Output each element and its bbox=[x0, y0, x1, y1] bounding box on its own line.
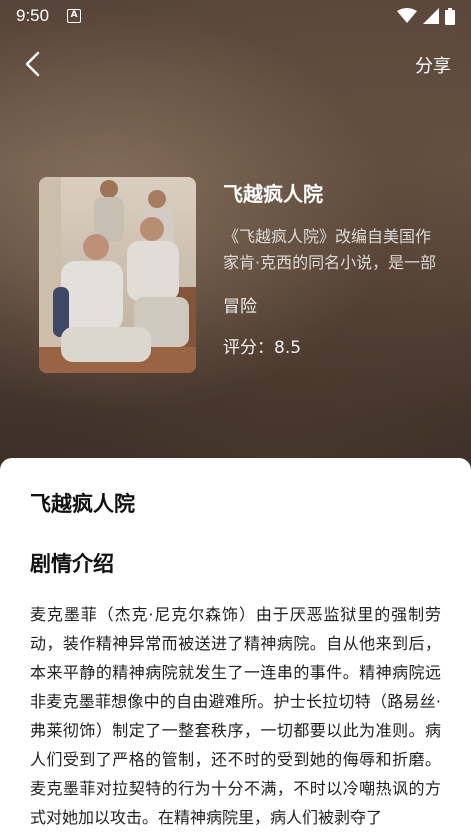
synopsis-text: 麦克墨菲（杰克·尼克尔森饰）由于厌恶监狱里的强制劳动，装作精神异常而被送进了精神… bbox=[30, 605, 441, 827]
battery-icon bbox=[445, 7, 455, 25]
movie-description: 《飞越疯人院》改编自美国作 家肯·克西的同名小说，是一部 bbox=[223, 224, 453, 276]
movie-title: 飞越疯人院 bbox=[223, 182, 323, 206]
notification-icon: A bbox=[67, 9, 82, 23]
share-button[interactable]: 分享 bbox=[415, 52, 451, 78]
poster-image bbox=[39, 177, 196, 373]
movie-info: 飞越疯人院 《飞越疯人院》改编自美国作 家肯·克西的同名小说，是一部 冒险 评分… bbox=[223, 178, 453, 358]
movie-genre: 冒险 bbox=[223, 297, 257, 317]
wifi-icon bbox=[397, 8, 417, 23]
status-bar: 9:50 A bbox=[0, 0, 471, 32]
movie-description-line: 家肯·克西的同名小说，是一部 bbox=[223, 253, 437, 272]
status-icons bbox=[397, 7, 455, 25]
movie-description-line: 《飞越疯人院》改编自美国作 bbox=[223, 227, 432, 246]
movie-poster[interactable] bbox=[39, 177, 196, 373]
signal-icon bbox=[423, 8, 439, 24]
status-time: 9:50 bbox=[16, 6, 50, 25]
detail-panel[interactable]: 飞越疯人院 剧情介绍 麦克墨菲（杰克·尼克尔森饰）由于厌恶监狱里的强制劳动，装作… bbox=[0, 458, 471, 839]
chevron-left-icon[interactable] bbox=[20, 50, 48, 78]
movie-score: 评分：8.5 bbox=[223, 338, 302, 358]
detail-title: 飞越疯人院 bbox=[30, 492, 135, 516]
section-heading: 剧情介绍 bbox=[30, 552, 114, 576]
